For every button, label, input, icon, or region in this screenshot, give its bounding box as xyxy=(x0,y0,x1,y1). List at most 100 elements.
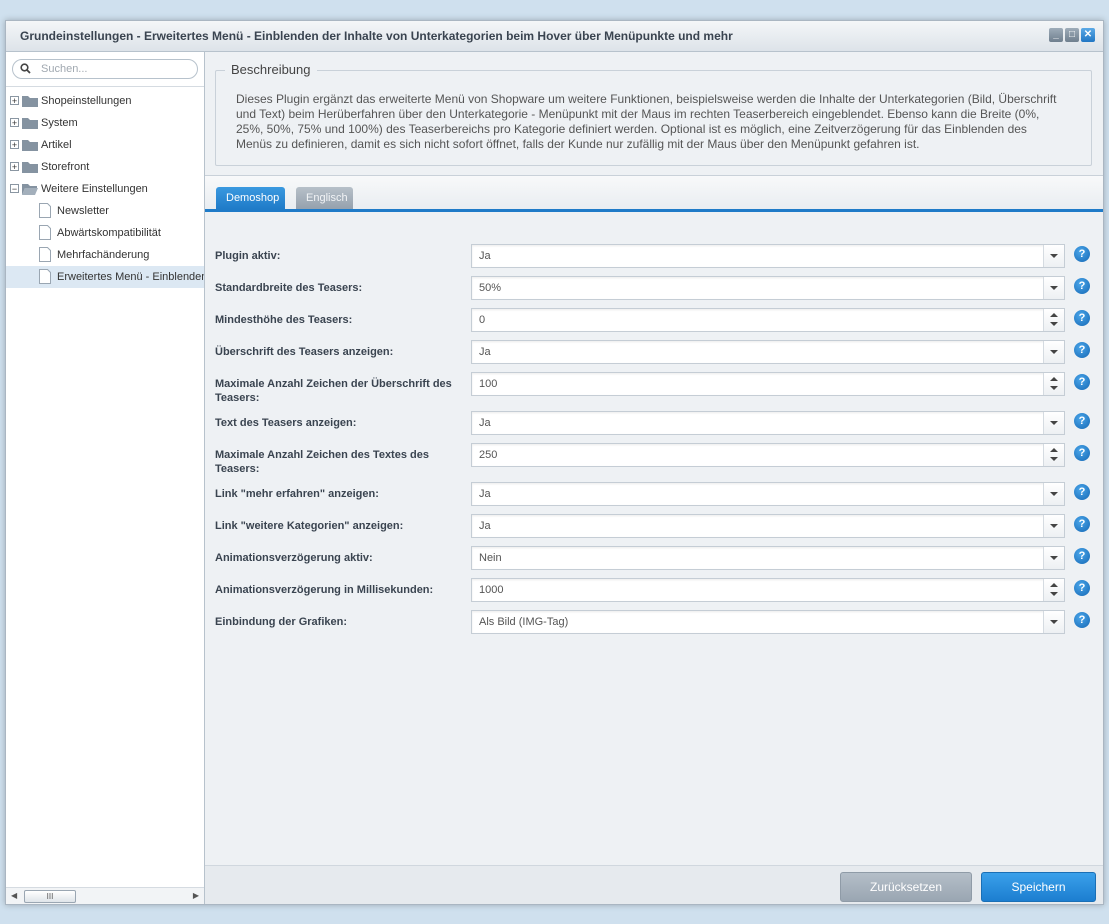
plugin-aktiv-select[interactable]: Ja xyxy=(471,244,1065,268)
spin-up-icon[interactable] xyxy=(1050,448,1058,452)
help-icon[interactable]: ? xyxy=(1074,310,1090,326)
open-folder-icon xyxy=(22,184,38,195)
help-icon[interactable]: ? xyxy=(1074,278,1090,294)
expand-icon[interactable]: + xyxy=(10,162,19,172)
expand-icon[interactable]: + xyxy=(10,118,19,128)
tree-item-label: System xyxy=(41,117,78,129)
button-toolbar: Zurücksetzen Speichern xyxy=(205,865,1103,904)
tree-item-label: Storefront xyxy=(41,161,90,173)
spin-up-icon[interactable] xyxy=(1050,583,1058,587)
chevron-down-icon[interactable] xyxy=(1043,245,1064,267)
ueberschrift-anzeigen-select[interactable]: Ja xyxy=(471,340,1065,364)
spinner[interactable] xyxy=(1043,309,1064,331)
field-label: Standardbreite des Teasers: xyxy=(215,282,363,294)
save-button[interactable]: Speichern xyxy=(981,872,1096,902)
maximize-icon[interactable]: □ xyxy=(1065,28,1079,42)
folder-icon xyxy=(22,140,38,151)
tab-englisch[interactable]: Englisch xyxy=(296,187,353,209)
tree-item-storefront[interactable]: + Storefront xyxy=(6,156,204,178)
mehr-erfahren-select[interactable]: Ja xyxy=(471,482,1065,506)
reset-button[interactable]: Zurücksetzen xyxy=(840,872,972,902)
animationsverzoegerung-ms-number-field[interactable]: 1000 xyxy=(471,578,1065,602)
scrollbar-thumb[interactable]: III xyxy=(24,890,76,903)
tree-item-weitere-einstellungen[interactable]: − Weitere Einstellungen xyxy=(6,178,204,200)
tree-item-newsletter[interactable]: Newsletter xyxy=(6,200,204,222)
help-icon[interactable]: ? xyxy=(1074,413,1090,429)
help-icon[interactable]: ? xyxy=(1074,580,1090,596)
animationsverzoegerung-aktiv-select[interactable]: Nein xyxy=(471,546,1065,570)
help-icon[interactable]: ? xyxy=(1074,548,1090,564)
spin-down-icon[interactable] xyxy=(1050,386,1058,390)
folder-icon xyxy=(22,96,38,107)
einbindung-grafiken-select[interactable]: Als Bild (IMG-Tag) xyxy=(471,610,1065,634)
field-value: 1000 xyxy=(479,584,504,596)
spin-down-icon[interactable] xyxy=(1050,592,1058,596)
expand-icon[interactable]: + xyxy=(10,140,19,150)
help-icon[interactable]: ? xyxy=(1074,342,1090,358)
help-icon[interactable]: ? xyxy=(1074,246,1090,262)
chevron-down-icon[interactable] xyxy=(1043,547,1064,569)
minimize-icon[interactable]: _ xyxy=(1049,28,1063,42)
field-label: Mindesthöhe des Teasers: xyxy=(215,314,353,326)
mindesthoehe-number-field[interactable]: 0 xyxy=(471,308,1065,332)
close-icon[interactable]: ✕ xyxy=(1081,28,1095,42)
spin-down-icon[interactable] xyxy=(1050,457,1058,461)
window-titlebar[interactable]: Grundeinstellungen - Erweitertes Menü - … xyxy=(6,21,1103,52)
plugin-config-window: Grundeinstellungen - Erweitertes Menü - … xyxy=(5,20,1104,905)
chevron-down-icon[interactable] xyxy=(1043,341,1064,363)
max-zeichen-text-number-field[interactable]: 250 xyxy=(471,443,1065,467)
spin-up-icon[interactable] xyxy=(1050,377,1058,381)
expand-icon[interactable]: + xyxy=(10,96,19,106)
standardbreite-select[interactable]: 50% xyxy=(471,276,1065,300)
text-anzeigen-select[interactable]: Ja xyxy=(471,411,1065,435)
folder-icon xyxy=(22,118,38,129)
document-icon xyxy=(39,225,51,240)
tree-item-shopeinstellungen[interactable]: + Shopeinstellungen xyxy=(6,90,204,112)
tree-item-mehrfachaenderung[interactable]: Mehrfachänderung xyxy=(6,244,204,266)
chevron-down-icon[interactable] xyxy=(1043,412,1064,434)
search-box[interactable] xyxy=(12,59,198,79)
help-icon[interactable]: ? xyxy=(1074,484,1090,500)
help-icon[interactable]: ? xyxy=(1074,374,1090,390)
chevron-down-icon[interactable] xyxy=(1043,611,1064,633)
field-label: Link "weitere Kategorien" anzeigen: xyxy=(215,520,404,532)
collapse-icon[interactable]: − xyxy=(10,184,19,194)
document-icon xyxy=(39,203,51,218)
tree-item-system[interactable]: + System xyxy=(6,112,204,134)
tree-item-label: Erweitertes Menü - Einblenden xyxy=(57,271,204,283)
max-zeichen-ueberschrift-number-field[interactable]: 100 xyxy=(471,372,1065,396)
scroll-left-icon[interactable]: ◀ xyxy=(11,891,17,900)
tree-item-abwaertskompatibilitaet[interactable]: Abwärtskompatibilität xyxy=(6,222,204,244)
field-label: Maximale Anzahl Zeichen der Überschrift … xyxy=(215,378,452,404)
spinner[interactable] xyxy=(1043,444,1064,466)
weitere-kategorien-select[interactable]: Ja xyxy=(471,514,1065,538)
tree-item-artikel[interactable]: + Artikel xyxy=(6,134,204,156)
sidebar-horizontal-scrollbar[interactable]: ◀ III ▶ xyxy=(6,887,204,904)
spinner[interactable] xyxy=(1043,579,1064,601)
field-value: Als Bild (IMG-Tag) xyxy=(479,616,569,628)
help-icon[interactable]: ? xyxy=(1074,612,1090,628)
settings-sidebar: + Shopeinstellungen + System + Artikel +… xyxy=(6,52,205,904)
help-icon[interactable]: ? xyxy=(1074,516,1090,532)
field-value: 250 xyxy=(479,449,498,461)
chevron-down-icon[interactable] xyxy=(1043,515,1064,537)
chevron-down-icon[interactable] xyxy=(1043,483,1064,505)
tab-demoshop[interactable]: Demoshop xyxy=(216,187,285,209)
spin-down-icon[interactable] xyxy=(1050,322,1058,326)
tree-item-label: Newsletter xyxy=(57,205,109,217)
field-value: Ja xyxy=(479,417,491,429)
field-label: Maximale Anzahl Zeichen des Textes des T… xyxy=(215,449,429,475)
scroll-right-icon[interactable]: ▶ xyxy=(193,891,199,900)
field-label: Text des Teasers anzeigen: xyxy=(215,417,357,429)
spinner[interactable] xyxy=(1043,373,1064,395)
field-label: Link "mehr erfahren" anzeigen: xyxy=(215,488,379,500)
spin-up-icon[interactable] xyxy=(1050,313,1058,317)
search-icon xyxy=(20,63,31,74)
field-label: Einbindung der Grafiken: xyxy=(215,616,348,628)
search-input[interactable] xyxy=(39,61,193,77)
help-icon[interactable]: ? xyxy=(1074,445,1090,461)
field-value: Ja xyxy=(479,520,491,532)
description-text: Dieses Plugin ergänzt das erweiterte Men… xyxy=(236,92,1057,151)
tree-item-erweitertes-menue[interactable]: Erweitertes Menü - Einblenden xyxy=(6,266,204,288)
chevron-down-icon[interactable] xyxy=(1043,277,1064,299)
